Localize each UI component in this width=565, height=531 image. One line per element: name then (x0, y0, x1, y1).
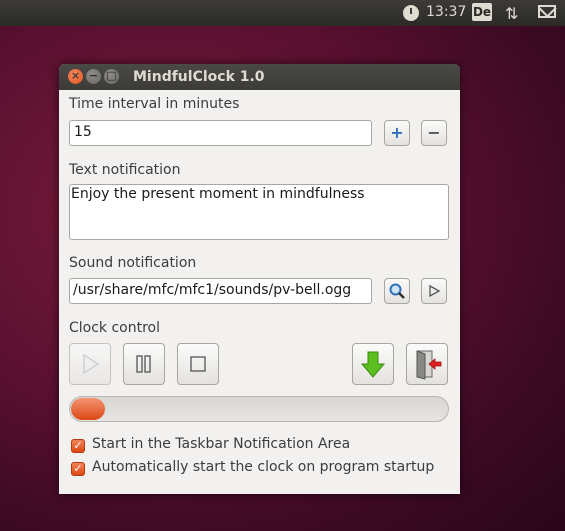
progress-fill (71, 398, 105, 420)
app-window: × − □ MindfulClock 1.0 Time interval in … (59, 64, 460, 494)
title-bar: × − □ MindfulClock 1.0 (59, 64, 460, 90)
play-icon (83, 353, 100, 375)
interval-label: Time interval in minutes (69, 96, 240, 112)
play-small-icon (429, 284, 441, 298)
interval-input[interactable]: 15 (69, 120, 372, 146)
minimize-window-button[interactable]: − (86, 69, 101, 84)
decrease-interval-button[interactable]: − (421, 120, 447, 146)
text-notification-label: Text notification (69, 162, 181, 178)
start-clock-button[interactable] (69, 343, 111, 385)
green-down-arrow-icon (360, 351, 386, 378)
minimize-to-tray-button[interactable] (352, 343, 394, 385)
sound-file-input[interactable]: /usr/share/mfc/mfc1/sounds/pv-bell.ogg (69, 278, 372, 304)
pause-clock-button[interactable] (123, 343, 165, 385)
close-window-button[interactable]: × (68, 69, 83, 84)
exit-door-icon (416, 350, 442, 380)
stop-clock-button[interactable] (177, 343, 219, 385)
stop-icon (190, 356, 206, 372)
maximize-window-button[interactable]: □ (104, 69, 119, 84)
network-icon[interactable]: ⇅ (505, 4, 518, 23)
keyboard-layout-indicator[interactable]: De (472, 3, 492, 21)
window-title: MindfulClock 1.0 (133, 69, 265, 85)
sound-notification-label: Sound notification (69, 255, 197, 271)
quit-button[interactable] (406, 343, 448, 385)
mail-icon[interactable] (538, 5, 556, 18)
top-panel: 13:37 De ⇅ (0, 0, 565, 26)
play-sound-button[interactable] (421, 278, 447, 304)
clock-control-label: Clock control (69, 320, 161, 336)
browse-sound-button[interactable] (384, 278, 410, 304)
pause-icon (136, 355, 151, 373)
clock-icon[interactable] (403, 5, 419, 21)
autostart-option-label: Automatically start the clock on program… (92, 459, 435, 475)
text-notification-textarea[interactable]: Enjoy the present moment in mindfulness (69, 184, 449, 240)
increase-interval-button[interactable]: + (384, 120, 410, 146)
taskbar-option-label: Start in the Taskbar Notification Area (92, 436, 351, 452)
search-icon (389, 283, 405, 299)
taskbar-checkbox[interactable]: ✓ (71, 439, 85, 453)
autostart-checkbox[interactable]: ✓ (71, 462, 85, 476)
countdown-progress-bar (69, 396, 449, 422)
minus-icon: − (427, 123, 441, 142)
plus-icon: + (390, 123, 404, 142)
panel-time[interactable]: 13:37 (426, 4, 466, 20)
